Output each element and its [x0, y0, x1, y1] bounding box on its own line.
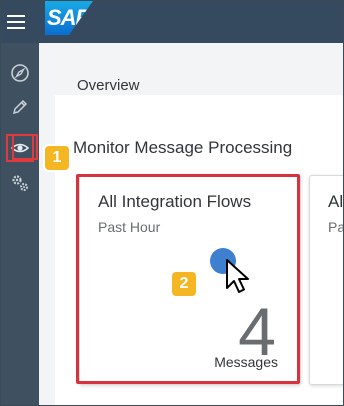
pencil-icon: [12, 99, 28, 115]
logo-text: SAP: [47, 5, 90, 30]
nav-item-discover[interactable]: [8, 61, 32, 85]
step-badge-1: 1: [45, 146, 69, 170]
cursor-arrow-icon: [226, 259, 249, 293]
tile-second[interactable]: Al Pa: [309, 175, 344, 385]
compass-icon: [11, 64, 29, 82]
highlight-box-monitor: [12, 134, 38, 160]
step-badge-2: 2: [172, 272, 196, 296]
nav-item-settings[interactable]: [8, 171, 32, 195]
app-window: SAP Overview Monitor Message Processing …: [0, 0, 344, 406]
sidebar: [1, 43, 39, 405]
tile-subtitle: Pa: [328, 219, 344, 235]
settings-gears-icon: [12, 175, 28, 191]
shell-header: SAP: [1, 1, 343, 43]
section-title: Monitor Message Processing: [73, 138, 293, 157]
hamburger-icon[interactable]: [5, 11, 27, 33]
breadcrumb[interactable]: Overview: [77, 77, 140, 94]
sap-logo[interactable]: SAP: [45, 1, 93, 35]
tile-title: Al: [328, 192, 344, 211]
nav-item-design[interactable]: [8, 95, 32, 119]
